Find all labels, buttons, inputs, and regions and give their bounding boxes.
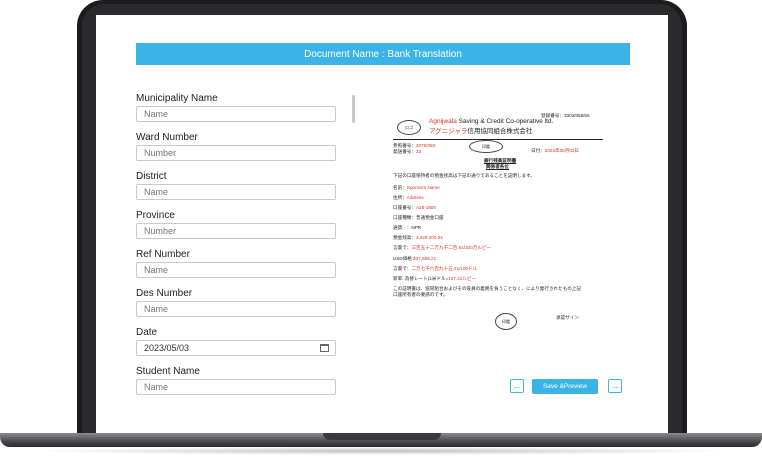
name-value: Sponsors Name	[406, 185, 440, 190]
logo-placeholder: ロゴ	[397, 120, 421, 135]
document-title-bar: Document Name : Bank Translation	[136, 43, 630, 65]
logo-label: ロゴ	[405, 124, 413, 130]
balance-words-line: 言葉で：三百五十二万九千二百.54/100万ルピー	[393, 245, 491, 251]
signature-label: 承認サイン	[556, 315, 579, 320]
form-scrollbar[interactable]	[352, 95, 355, 123]
org-jp-highlight: アグニジャラ	[429, 128, 468, 135]
des-number-input[interactable]	[136, 301, 336, 317]
des-number-label: Des Number	[136, 288, 193, 299]
previous-button[interactable]: ←	[510, 379, 524, 393]
stamp-circle: 印鑑	[495, 313, 517, 330]
certificate-subtitle: 関係者各位	[486, 164, 509, 169]
province-input[interactable]	[136, 223, 336, 239]
account-value: A28-1808	[415, 205, 436, 210]
usd-words-label: 言葉で：	[393, 266, 412, 271]
date-line-value: 2023年05月03日	[544, 148, 580, 153]
org-name-rest: Saving & Credit Co-operative ltd.	[456, 118, 554, 125]
ward-number-label: Ward Number	[136, 132, 198, 143]
district-input[interactable]	[136, 184, 336, 200]
currency-value: NPR	[411, 225, 422, 230]
app-screen: Document Name : Bank Translation Municip…	[96, 15, 668, 433]
ref-number-label: Ref Number	[136, 249, 190, 260]
address-value: Address	[406, 195, 424, 200]
student-name-label: Student Name	[136, 366, 200, 377]
address-label: 住所：	[393, 195, 407, 200]
rate-line: 新率: 為替レート(1米ドル=127.41ルピー	[393, 276, 476, 282]
account-line: 口座番号：A28-1808	[393, 205, 436, 211]
currency-label: 通貨 ：	[393, 225, 412, 230]
stamp-label: 印鑑	[502, 318, 510, 324]
balance-label: 預金残高：	[393, 235, 416, 240]
student-name-input[interactable]	[136, 379, 336, 395]
rate-label: 新率: 為替レート(1米ドル=	[393, 276, 449, 281]
seal-circle: 印鑑	[469, 140, 503, 153]
province-label: Province	[136, 210, 175, 221]
rate-suffix: ルピー	[462, 276, 477, 281]
org-jp-rest: 信用協同組合株式会社	[467, 128, 533, 135]
org-name-japanese: アグニジャラ信用協同組合株式会社	[429, 125, 532, 135]
balance-value: 3,329,200.54	[415, 235, 443, 240]
laptop-notch	[323, 433, 441, 440]
balance-words-value: 三百五十二万九千二百.54/100万ルピー	[411, 245, 492, 250]
name-line: 名前：Sponsors Name	[393, 185, 440, 191]
name-label: 名前：	[393, 185, 407, 190]
org-name-highlight: Agnijwala	[429, 118, 457, 125]
closing-text: この証明書は、協同組合およびその役員の義務を負うことなく、により発行されたもの上…	[393, 286, 582, 297]
ward-number-input[interactable]	[136, 145, 336, 161]
intro-text: 下記の口座保持者の預金残高は下記の通りであることを証明します。	[393, 173, 535, 178]
dispatch-value: 23	[415, 149, 422, 154]
calendar-icon[interactable]	[320, 344, 329, 352]
header-divider	[393, 139, 603, 140]
account-label: 口座番号：	[393, 205, 416, 210]
ref-label: 参照番号：	[393, 143, 416, 148]
date-line: 日付：2023年05月03日	[531, 148, 579, 154]
district-label: District	[136, 171, 167, 182]
currency-line: 通貨 ：NPR	[393, 225, 421, 231]
org-name-english: Agnijwala Saving & Credit Co-operative l…	[429, 118, 553, 125]
save-preview-button[interactable]: Save &Preview	[532, 379, 598, 394]
rate-value: 127.41	[448, 276, 463, 281]
usd-label: USD価格:	[393, 256, 414, 261]
usd-line: USD価格:$27,695.21	[393, 256, 436, 262]
address-line: 住所：Address	[393, 195, 424, 201]
municipality-label: Municipality Name	[136, 93, 218, 104]
date-label: Date	[136, 327, 158, 338]
seal-label: 印鑑	[482, 143, 490, 149]
date-input[interactable]: 2023/05/03	[136, 340, 336, 356]
balance-line: 預金残高：3,329,200.54	[393, 235, 443, 241]
account-type-line: 口座種類：普通預金口座	[393, 215, 444, 220]
ref-value: 2079/080	[415, 143, 436, 148]
usd-words-value: 二万七千六百九十五.21/100ドル	[411, 266, 478, 271]
balance-words-label: 言葉で：	[393, 245, 412, 250]
dispatch-line: 発送番号：23	[393, 149, 421, 155]
dispatch-label: 発送番号：	[393, 149, 416, 154]
usd-value: $27,695.21	[413, 256, 437, 261]
municipality-name-input[interactable]	[136, 106, 336, 122]
ref-number-input[interactable]	[136, 262, 336, 278]
laptop-shadow	[30, 447, 732, 455]
date-line-label: 日付：	[531, 148, 545, 153]
next-button[interactable]: →	[608, 379, 622, 393]
usd-words-line: 言葉で：二万七千六百九十五.21/100ドル	[393, 266, 477, 272]
date-value: 2023/05/03	[144, 343, 190, 353]
